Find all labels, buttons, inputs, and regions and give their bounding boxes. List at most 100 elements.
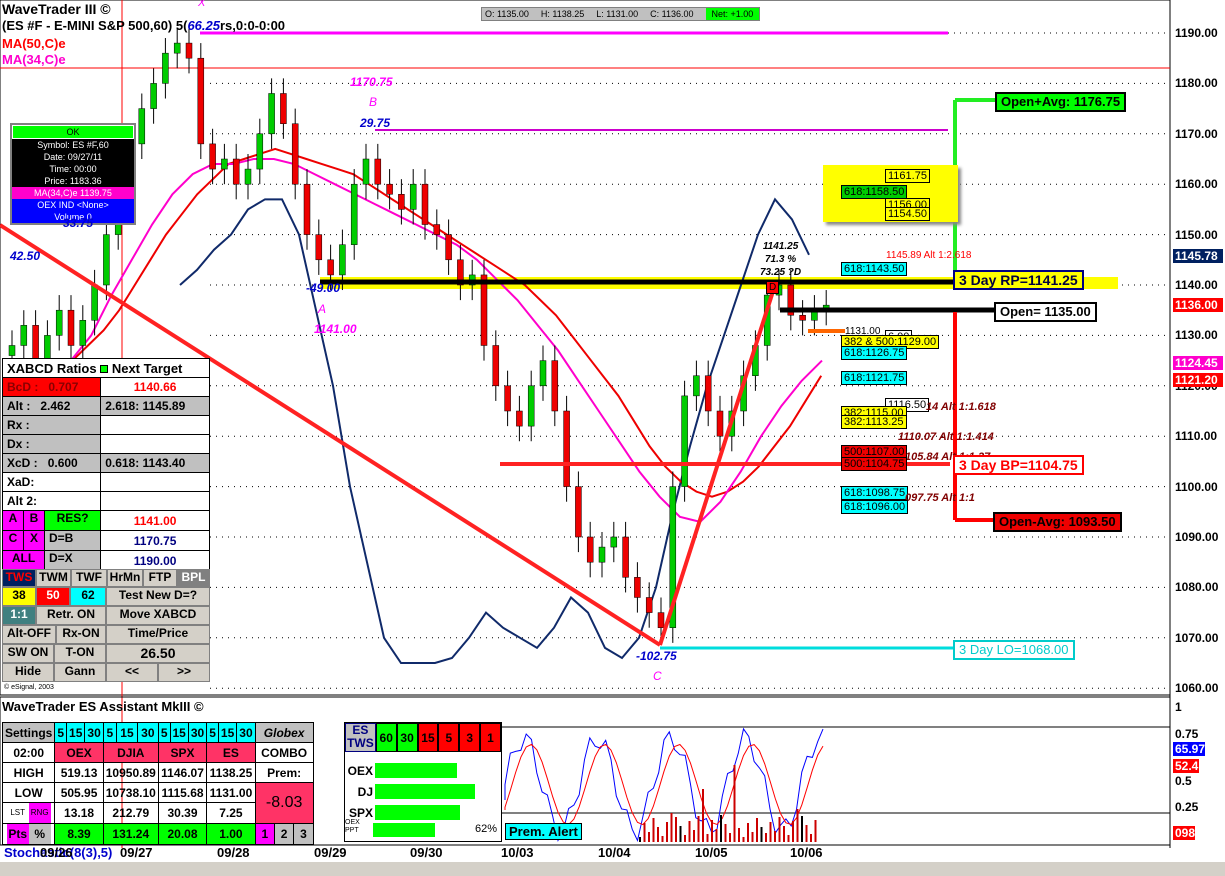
test-new-d-button[interactable]: Test New D=? — [106, 587, 210, 606]
alt-2618-label: 1145.89 Alt 1:2.618 — [886, 250, 972, 261]
retr-on-button[interactable]: Retr. ON — [36, 606, 106, 625]
twf-button[interactable]: TWF — [71, 569, 107, 587]
x-button[interactable]: X — [24, 531, 45, 550]
tws-tf-button[interactable]: 60 — [375, 723, 397, 752]
net-value: Net: +1.00 — [705, 8, 760, 20]
hide-button[interactable]: Hide — [2, 663, 54, 682]
tf-button[interactable]: 30 — [187, 722, 208, 743]
alt-off-button[interactable]: Alt-OFF — [2, 625, 56, 644]
point-a-price: 1141.00 — [314, 322, 357, 336]
open-minus-avg-label: Open-Avg: 1093.50 — [993, 512, 1122, 532]
next-button[interactable]: >> — [158, 663, 210, 682]
tf-button[interactable]: 5 — [206, 722, 219, 743]
pct-button[interactable]: % — [28, 824, 51, 844]
close-value: C: 1136.00 — [650, 9, 694, 19]
candle-body — [8, 345, 16, 356]
tf-button[interactable]: 30 — [84, 722, 104, 743]
point-b-label: B — [369, 95, 378, 109]
candle-body — [539, 360, 547, 387]
candle-body — [197, 57, 205, 145]
candle-body — [185, 42, 193, 59]
open-plus-avg-label: Open+Avg: 1176.75 — [995, 92, 1127, 112]
ohlc-bar: O: 1135.00 H: 1138.25 L: 1131.00 C: 1136.00… — [481, 7, 761, 21]
point-x-label: X — [198, 0, 206, 9]
fib-label: 500:1104.75 — [841, 457, 908, 471]
ppt-bar — [373, 823, 435, 837]
c-button[interactable]: C — [3, 531, 24, 550]
page-button[interactable]: 3 — [293, 823, 314, 845]
candle-body — [291, 123, 299, 185]
candle-body — [527, 385, 535, 427]
candle-body — [350, 183, 358, 245]
price-axis-label: 1100.00 — [1175, 479, 1218, 494]
tws-tf-button[interactable]: 5 — [438, 723, 460, 752]
fib-62-button[interactable]: 62 — [70, 587, 106, 606]
date-axis-label: 10/05 — [695, 845, 728, 860]
bpl-button[interactable]: BPL — [177, 569, 210, 587]
col-header: ES — [206, 742, 256, 763]
tf-button[interactable]: 5 — [102, 722, 118, 743]
swing-value-1: 42.50 — [10, 249, 41, 263]
tf-button[interactable]: 15 — [66, 722, 86, 743]
sw-on-button[interactable]: SW ON — [2, 644, 54, 663]
one-to-one-button[interactable]: 1:1 — [2, 606, 36, 625]
settings-button[interactable]: Settings — [1, 722, 56, 743]
tws-tf-button[interactable]: 3 — [459, 723, 481, 752]
t-on-button[interactable]: T-ON — [54, 644, 106, 663]
tf-button[interactable]: 15 — [116, 722, 138, 743]
page-button[interactable]: 2 — [273, 823, 295, 845]
tooltip-ok-button[interactable]: OK — [12, 125, 134, 139]
fib-50-button[interactable]: 50 — [36, 587, 70, 606]
candle-body — [598, 546, 606, 563]
premium-bar-label: OEX — [347, 763, 373, 778]
price-tag: 1145.78 — [1173, 248, 1223, 263]
date-axis-label: 09/27 — [120, 845, 153, 860]
gann-button[interactable]: Gann — [54, 663, 106, 682]
tf-button[interactable]: 15 — [217, 722, 238, 743]
candle-body — [480, 274, 488, 346]
price-axis-label: 1080.00 — [1175, 580, 1219, 595]
tws-tf-button[interactable]: 30 — [396, 723, 418, 752]
tf-button[interactable]: 30 — [136, 722, 159, 743]
hrmn-button[interactable]: HrMn — [107, 569, 143, 587]
time-price-button[interactable]: Time/Price — [106, 625, 210, 644]
price-axis-label: 1150.00 — [1175, 227, 1218, 242]
b-button[interactable]: B — [24, 511, 45, 530]
tf-button[interactable]: 15 — [169, 722, 189, 743]
all-button[interactable]: ALL — [3, 551, 45, 570]
es-assistant-table: Settings 5 15 30 5 15 30 5 15 30 5 15 30 Globex … — [1, 722, 314, 845]
a-button[interactable]: A — [3, 511, 24, 530]
es-tws-button[interactable]: ES TWS — [345, 723, 376, 752]
prev-button[interactable]: << — [106, 663, 158, 682]
tooltip-time: Time: 00:00 — [49, 164, 97, 174]
page-button[interactable]: 1 — [254, 823, 275, 845]
candle-body — [409, 183, 417, 210]
candle-body — [67, 309, 75, 346]
combo-label: COMBO — [254, 742, 314, 763]
three-day-bp-label: 3 Day BP=1104.75 — [953, 455, 1084, 475]
candle-body — [610, 536, 618, 548]
candle-body — [256, 133, 264, 170]
status-bar — [0, 862, 1225, 876]
candle-body — [150, 83, 157, 109]
point-d-stats: 1141.25 71.3 % 73.25 ?D — [760, 241, 802, 278]
candle-body — [799, 314, 806, 321]
prem-alert-button[interactable]: Prem. Alert — [505, 823, 582, 840]
rx-on-button[interactable]: Rx-ON — [56, 625, 106, 644]
ftp-button[interactable]: FTP — [143, 569, 177, 587]
fib-38-button[interactable]: 38 — [2, 587, 36, 606]
swing-value-2: 33.75 — [63, 216, 94, 230]
tws-tf-button[interactable]: 15 — [417, 723, 439, 752]
candle-body — [268, 93, 275, 135]
tws-button[interactable]: TWS — [2, 569, 36, 587]
pts-button[interactable]: Pts — [6, 824, 29, 844]
res-button[interactable]: RES? — [45, 511, 101, 530]
tf-button[interactable]: 30 — [236, 722, 256, 743]
candle-body — [634, 577, 641, 598]
tf-button[interactable]: 5 — [54, 722, 68, 743]
tf-button[interactable]: 5 — [157, 722, 171, 743]
move-xabcd-button[interactable]: Move XABCD — [106, 606, 210, 625]
tws-tf-button[interactable]: 1 — [480, 723, 501, 752]
candle-body — [504, 385, 511, 412]
twm-button[interactable]: TWM — [36, 569, 71, 587]
